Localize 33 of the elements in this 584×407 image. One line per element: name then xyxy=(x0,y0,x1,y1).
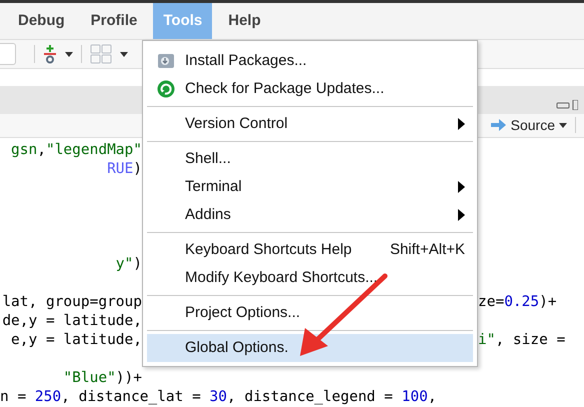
code-text: lat, group=group xyxy=(2,293,142,312)
code-text: ze=0.25)+ xyxy=(478,293,557,312)
menu-item[interactable]: Debug xyxy=(8,2,75,39)
menu-option[interactable]: Check for Package Updates... xyxy=(147,75,473,103)
code-text: i", size = xyxy=(478,331,566,350)
search-field[interactable] xyxy=(0,43,16,66)
menu-option[interactable]: Project Options... xyxy=(147,299,473,327)
menu-option[interactable]: Terminal xyxy=(147,173,473,201)
code-text: gsn,"legendMap" xyxy=(11,141,142,160)
code-text: RUE) xyxy=(107,160,142,179)
minimize-icon[interactable] xyxy=(556,100,578,110)
caret-icon xyxy=(559,122,567,128)
source-button[interactable]: Source xyxy=(490,114,567,136)
menu-option[interactable]: Addins xyxy=(147,201,473,229)
arrow-icon xyxy=(490,119,507,132)
menu-option[interactable]: Shell... xyxy=(147,145,473,173)
refresh-icon xyxy=(157,80,175,98)
menu-option[interactable]: Global Options. xyxy=(147,334,473,362)
package-icon xyxy=(157,52,175,70)
code-text: n = 250, distance_lat = 30, distance_legend = 100, xyxy=(0,388,437,407)
caret-icon[interactable] xyxy=(120,52,128,57)
code-text: de,y = latitude, xyxy=(2,312,142,331)
menu-option[interactable]: Keyboard Shortcuts Help Shift+Alt+K xyxy=(147,236,473,264)
code-text: y") xyxy=(116,255,142,274)
caret-icon[interactable] xyxy=(65,52,73,57)
menu-item[interactable]: Help xyxy=(218,2,271,39)
menu-option[interactable]: Version Control xyxy=(147,110,473,138)
menu-option[interactable]: Modify Keyboard Shortcuts... xyxy=(147,264,473,292)
menu-option[interactable]: Install Packages... xyxy=(147,47,473,75)
menu-item[interactable]: Profile xyxy=(80,2,148,39)
add-chunk-icon[interactable] xyxy=(43,44,57,64)
code-text: "Blue"))+ xyxy=(62,369,142,388)
code-text: e,y = latitude, xyxy=(11,331,142,350)
